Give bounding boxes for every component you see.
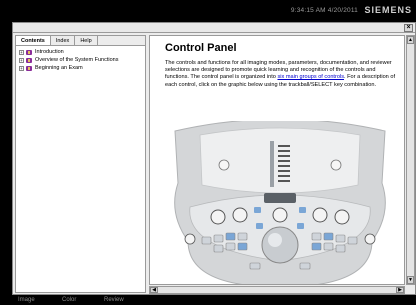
expand-icon[interactable]: + <box>19 49 24 55</box>
knob-top-right[interactable] <box>330 159 342 171</box>
book-icon <box>26 49 32 55</box>
expand-icon[interactable]: + <box>19 57 24 63</box>
knob-4[interactable] <box>312 207 328 223</box>
datetime-readout: 9:34:15 AM 4/20/2011 <box>290 7 358 14</box>
mode-tab-review[interactable]: Review <box>104 297 124 303</box>
tree-item-beginning-exam[interactable]: + Beginning an Exam <box>19 64 142 72</box>
tree-item-label: Beginning an Exam <box>35 65 83 71</box>
tab-contents[interactable]: Contents <box>16 36 51 45</box>
page-title: Control Panel <box>165 42 237 54</box>
scroll-right-button[interactable]: ▶ <box>396 287 404 293</box>
close-button[interactable]: × <box>404 24 413 32</box>
system-status-bar: 9:34:15 AM 4/20/2011 SIEMENS <box>0 0 416 22</box>
key-blue[interactable] <box>254 207 261 213</box>
bottom-mode-bar: Image Color Review <box>0 296 416 305</box>
tree-item-label: Introduction <box>35 49 64 55</box>
mode-tab-image[interactable]: Image <box>18 297 35 303</box>
control-panel-illustration[interactable] <box>160 118 400 285</box>
tree-item-label: Overview of the System Functions <box>35 57 119 63</box>
vertical-scrollbar[interactable]: ▲ ▼ <box>406 35 415 285</box>
nav-tabs: Contents Index Help <box>16 36 145 46</box>
tab-index[interactable]: Index <box>51 36 76 45</box>
knob-side-right[interactable] <box>364 233 376 245</box>
book-icon <box>26 57 32 63</box>
scroll-up-button[interactable]: ▲ <box>407 36 414 44</box>
key-blue[interactable] <box>297 223 304 229</box>
key-bottom[interactable] <box>299 262 311 270</box>
horizontal-scrollbar[interactable]: ◀ ▶ <box>149 286 405 294</box>
tree-item-overview[interactable]: + Overview of the System Functions <box>19 56 142 64</box>
window-titlebar: × <box>13 23 415 33</box>
knob-1[interactable] <box>210 209 226 225</box>
book-icon <box>26 65 32 71</box>
help-window: × Contents Index Help + Introduction + O… <box>12 22 416 295</box>
knob-5[interactable] <box>334 209 350 225</box>
tree-item-introduction[interactable]: + Introduction <box>19 48 142 56</box>
control-groups-link[interactable]: six main groups of controls <box>277 74 344 80</box>
key-bottom[interactable] <box>249 262 261 270</box>
knob-3[interactable] <box>272 207 288 223</box>
tab-help[interactable]: Help <box>75 36 98 45</box>
trackball[interactable] <box>261 226 299 264</box>
help-navigation-pane: Contents Index Help + Introduction + Ove… <box>15 35 146 293</box>
lcd-display <box>264 193 296 203</box>
help-content-pane: Control Panel The controls and functions… <box>149 35 405 285</box>
expand-icon[interactable]: + <box>19 65 24 71</box>
mode-tab-color[interactable]: Color <box>62 297 76 303</box>
scroll-left-button[interactable]: ◀ <box>150 287 158 293</box>
contents-tree: + Introduction + Overview of the System … <box>16 46 145 74</box>
knob-side-left[interactable] <box>184 233 196 245</box>
key-blue[interactable] <box>299 207 306 213</box>
page-description: The controls and functions for all imagi… <box>165 60 399 89</box>
knob-top-left[interactable] <box>218 159 230 171</box>
brand-logo: SIEMENS <box>364 5 412 15</box>
scroll-down-button[interactable]: ▼ <box>407 276 414 284</box>
knob-2[interactable] <box>232 207 248 223</box>
key-blue[interactable] <box>256 223 263 229</box>
control-panel-graphic[interactable] <box>160 118 400 285</box>
